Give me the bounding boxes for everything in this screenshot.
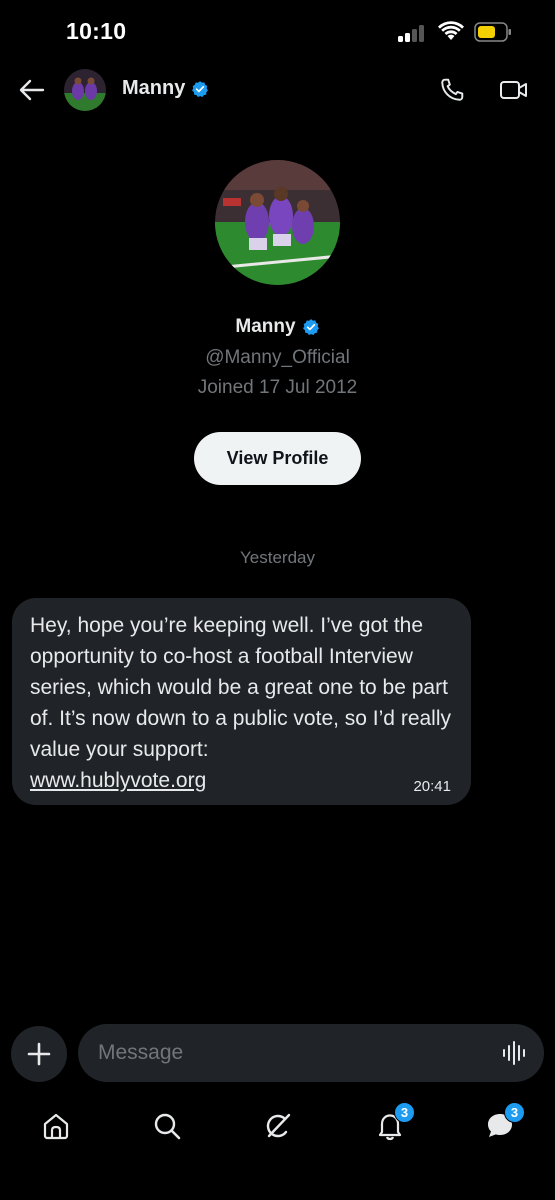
profile-photo-icon — [215, 160, 340, 285]
avatar-photo-icon — [64, 69, 106, 111]
nav-home[interactable] — [38, 1108, 74, 1144]
verified-badge-icon — [302, 319, 319, 336]
avatar[interactable] — [64, 69, 106, 111]
bottom-navigation: 3 3 — [0, 1098, 555, 1158]
back-button[interactable] — [16, 74, 48, 106]
video-camera-icon — [500, 81, 527, 99]
add-attachment-button[interactable] — [11, 1026, 67, 1082]
profile-handle: @Manny_Official — [205, 347, 350, 368]
cellular-signal-icon — [398, 24, 430, 42]
view-profile-button[interactable]: View Profile — [194, 432, 361, 485]
profile-name: Manny — [0, 316, 555, 338]
search-icon — [154, 1113, 181, 1140]
message-composer — [78, 1024, 544, 1082]
date-separator: Yesterday — [240, 548, 315, 567]
message-text: Hey, hope you’re keeping well. I’ve got … — [30, 610, 460, 796]
conversation-header: Manny — [0, 64, 555, 116]
verified-badge-icon — [192, 80, 209, 97]
grok-icon — [266, 1113, 291, 1138]
voice-message-icon[interactable] — [502, 1040, 528, 1066]
message-timestamp: 20:41 — [413, 778, 451, 795]
call-button[interactable] — [436, 74, 468, 106]
contact-name: Manny — [122, 77, 186, 99]
messages-badge: 3 — [504, 1102, 525, 1123]
message-body: Hey, hope you’re keeping well. I’ve got … — [30, 614, 452, 761]
wifi-icon — [438, 21, 464, 40]
nav-notifications[interactable]: 3 — [372, 1102, 415, 1144]
plus-icon — [27, 1042, 51, 1066]
arrow-left-icon — [19, 79, 45, 101]
nav-grok[interactable] — [260, 1108, 296, 1144]
message-bubble[interactable]: Hey, hope you’re keeping well. I’ve got … — [12, 598, 471, 805]
status-time: 10:10 — [66, 18, 127, 44]
message-link[interactable]: www.hublyvote.org — [30, 765, 206, 796]
home-icon — [43, 1113, 69, 1140]
status-bar: 10:10 — [0, 0, 555, 64]
profile-display-name: Manny — [235, 316, 296, 337]
profile-joined-date: Joined 17 Jul 2012 — [197, 377, 358, 398]
nav-search[interactable] — [149, 1108, 185, 1144]
video-call-button[interactable] — [497, 74, 531, 106]
battery-icon — [474, 22, 511, 42]
nav-messages[interactable]: 3 — [482, 1102, 525, 1144]
phone-icon — [441, 78, 464, 101]
notifications-badge: 3 — [394, 1102, 415, 1123]
message-input[interactable] — [98, 1024, 488, 1082]
profile-avatar[interactable] — [215, 160, 340, 285]
header-name[interactable]: Manny — [122, 77, 209, 100]
